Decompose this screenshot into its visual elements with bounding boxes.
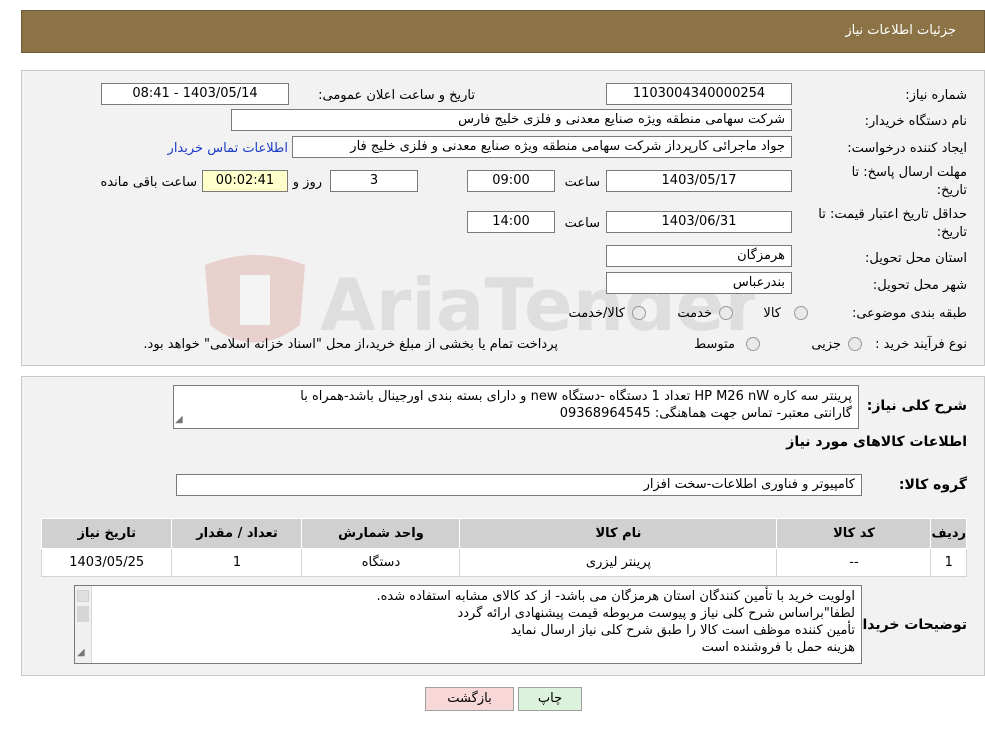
deadline-time-label: ساعت bbox=[564, 175, 600, 190]
need-number-field: 1103004340000254 bbox=[606, 83, 792, 105]
price-validity-time-label: ساعت bbox=[564, 216, 600, 231]
deadline-time-field: 09:00 bbox=[467, 170, 555, 192]
column-header-date: تاریخ نیاز bbox=[40, 518, 173, 549]
cell-unit: دستگاه bbox=[301, 548, 461, 577]
category-service-label: خدمت bbox=[677, 306, 712, 321]
delivery-city-field: بندرعباس bbox=[606, 272, 792, 294]
need-summary-textarea[interactable]: پرینتر سه کاره HP M26 nW تعداد 1 دستگاه … bbox=[173, 385, 859, 429]
cell-row-no: 1 bbox=[930, 548, 967, 577]
cell-code: -- bbox=[776, 548, 932, 577]
time-remaining-field: 00:02:41 bbox=[202, 170, 288, 192]
page-title: جزئیات اطلاعات نیاز bbox=[845, 23, 956, 38]
price-validity-label-date: تاریخ: bbox=[936, 225, 967, 240]
category-goods-service-label: کالا/خدمت bbox=[568, 306, 625, 321]
request-creator-label: ایجاد کننده درخواست: bbox=[847, 141, 967, 156]
cell-quantity: 1 bbox=[171, 548, 303, 577]
delivery-province-label: استان محل تحویل: bbox=[865, 251, 967, 266]
notes-line3: تأمین کننده موظف است کالا را طبق شرح کلی… bbox=[510, 623, 855, 638]
buyer-notes-textarea[interactable]: ◢ اولویت خرید با تأمین کنندگان استان هرم… bbox=[74, 585, 862, 664]
price-validity-date-field: 1403/06/31 bbox=[606, 211, 792, 233]
print-button[interactable]: چاپ bbox=[518, 687, 582, 711]
days-label: روز و bbox=[292, 175, 322, 190]
process-minor-radio[interactable] bbox=[848, 337, 862, 351]
process-medium-label: متوسط bbox=[694, 337, 735, 352]
scroll-up-icon[interactable] bbox=[77, 590, 89, 602]
process-medium-radio[interactable] bbox=[746, 337, 760, 351]
subject-category-label: طبقه بندی موضوعی: bbox=[851, 306, 967, 321]
deadline-date-field: 1403/05/17 bbox=[606, 170, 792, 192]
cell-name: پرینتر لیزری bbox=[459, 548, 778, 577]
notes-line4: هزینه حمل با فروشنده است bbox=[701, 640, 855, 655]
resize-handle-icon[interactable]: ◢ bbox=[77, 644, 85, 661]
buyer-notes-label: توضیحات خریدار: bbox=[848, 617, 967, 633]
column-header-row-no: ردیف bbox=[930, 518, 967, 549]
need-summary-line2: گارانتی معتبر- تماس جهت هماهنگی: 0936896… bbox=[559, 406, 852, 421]
need-number-label: شماره نیاز: bbox=[905, 88, 967, 103]
buyer-contact-link[interactable]: اطلاعات تماس خریدار bbox=[168, 141, 288, 156]
column-header-quantity: تعداد / مقدار bbox=[171, 518, 303, 549]
page-header: جزئیات اطلاعات نیاز bbox=[21, 10, 985, 53]
notes-scrollbar[interactable]: ◢ bbox=[75, 586, 92, 663]
buyer-org-field: شرکت سهامی منطقه ویژه صنایع معدنی و فلزی… bbox=[231, 109, 792, 131]
time-remaining-label: ساعت باقی مانده bbox=[100, 175, 197, 190]
category-goods-radio[interactable] bbox=[794, 306, 808, 320]
table-header-row: ردیف کد کالا نام کالا واحد شمارش تعداد /… bbox=[40, 518, 967, 549]
buyer-org-label: نام دستگاه خریدار: bbox=[864, 114, 967, 129]
delivery-city-label: شهر محل تحویل: bbox=[872, 278, 967, 293]
scroll-thumb[interactable] bbox=[77, 606, 89, 622]
purchase-process-label: نوع فرآیند خرید : bbox=[875, 337, 967, 352]
price-validity-time-field: 14:00 bbox=[467, 211, 555, 233]
announce-datetime-label: تاریخ و ساعت اعلان عمومی: bbox=[318, 88, 475, 103]
column-header-unit: واحد شمارش bbox=[301, 518, 461, 549]
category-goods-service-radio[interactable] bbox=[632, 306, 646, 320]
goods-group-field: کامپیوتر و فناوری اطلاعات-سخت افزار bbox=[176, 474, 862, 496]
process-minor-label: جزیی bbox=[811, 337, 841, 352]
table-row: 1 -- پرینتر لیزری دستگاه 1 1403/05/25 bbox=[40, 548, 967, 577]
category-goods-label: کالا bbox=[763, 306, 781, 321]
goods-group-label: گروه کالا: bbox=[898, 477, 967, 493]
column-header-code: کد کالا bbox=[776, 518, 932, 549]
deadline-label: مهلت ارسال پاسخ: تا bbox=[851, 165, 967, 180]
category-service-radio[interactable] bbox=[719, 306, 733, 320]
notes-line2: لطفا"براساس شرح کلی نیاز و پیوست مربوطه … bbox=[457, 606, 855, 621]
resize-handle-icon[interactable]: ◢ bbox=[175, 411, 183, 428]
goods-info-title: اطلاعات کالاهای مورد نیاز bbox=[786, 434, 967, 450]
goods-table: ردیف کد کالا نام کالا واحد شمارش تعداد /… bbox=[40, 518, 967, 577]
cell-date: 1403/05/25 bbox=[40, 548, 173, 577]
announce-datetime-field: 1403/05/14 - 08:41 bbox=[101, 83, 289, 105]
need-summary-line1: پرینتر سه کاره HP M26 nW تعداد 1 دستگاه … bbox=[300, 389, 852, 404]
treasury-note: پرداخت تمام یا بخشی از مبلغ خرید،از محل … bbox=[143, 337, 558, 352]
days-remaining-field: 3 bbox=[330, 170, 418, 192]
back-button[interactable]: بازگشت bbox=[425, 687, 514, 711]
delivery-province-field: هرمزگان bbox=[606, 245, 792, 267]
deadline-label-date: تاریخ: bbox=[936, 183, 967, 198]
notes-line1: اولویت خرید با تأمین کنندگان استان هرمزگ… bbox=[376, 589, 855, 604]
request-creator-field: جواد ماجرائی کارپرداز شرکت سهامی منطقه و… bbox=[292, 136, 792, 158]
need-summary-label: شرح کلی نیاز: bbox=[866, 398, 967, 414]
price-validity-label: حداقل تاریخ اعتبار قیمت: تا bbox=[818, 207, 967, 222]
column-header-name: نام کالا bbox=[459, 518, 778, 549]
